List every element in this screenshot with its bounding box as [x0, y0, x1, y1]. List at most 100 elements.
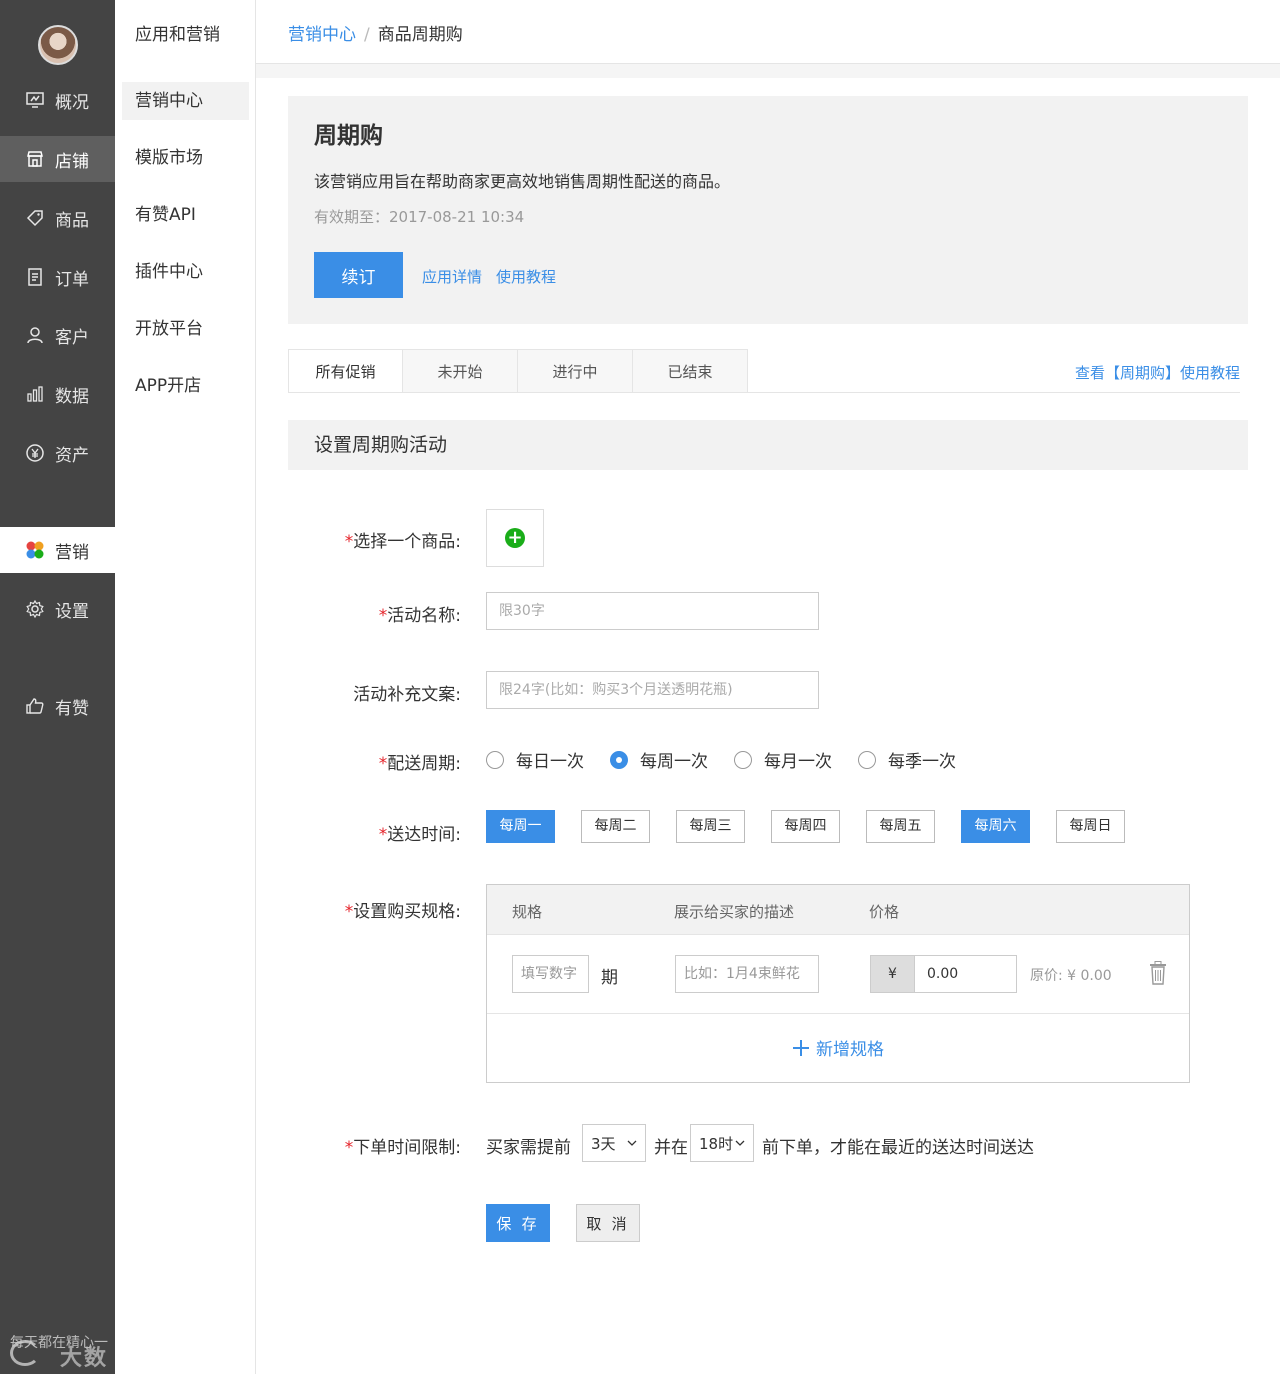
page-title: 周期购	[314, 123, 383, 149]
nav-item-customers[interactable]: 客户	[0, 312, 115, 358]
trash-icon[interactable]	[1149, 961, 1167, 985]
watermark-brand: 大数跨境	[60, 1346, 109, 1371]
tab-all[interactable]: 所有促销	[288, 349, 403, 393]
tabs-divider	[288, 392, 1240, 393]
subnav-item-marketing-center[interactable]: 营销中心	[122, 82, 249, 120]
days-ahead-select[interactable]: 3天	[582, 1124, 646, 1162]
bar-chart-icon	[25, 384, 45, 404]
nav-item-goods[interactable]: 商品	[0, 195, 115, 241]
add-product-button[interactable]: +	[486, 509, 544, 567]
day-button-wed[interactable]: 每周三	[676, 810, 745, 843]
day-button-tue[interactable]: 每周二	[581, 810, 650, 843]
cycle-label: *配送周期:	[378, 754, 461, 774]
watermark-logo	[10, 1340, 40, 1366]
cancel-button[interactable]: 取 消	[576, 1204, 640, 1242]
app-detail-link[interactable]: 应用详情	[422, 266, 482, 287]
view-tutorial-link[interactable]: 查看【周期购】使用教程	[1075, 362, 1240, 383]
radio-dot[interactable]	[858, 750, 876, 769]
nav-item-label: 订单	[55, 269, 89, 290]
nav-item-store[interactable]: 店铺	[0, 136, 115, 182]
product-label: *选择一个商品:	[344, 532, 461, 552]
tutorial-link[interactable]: 使用教程	[496, 266, 556, 287]
subnav-item-app-store[interactable]: APP开店	[122, 367, 249, 405]
day-button-sun[interactable]: 每周日	[1056, 810, 1125, 843]
nav-item-marketing[interactable]: 营销	[0, 527, 115, 573]
order-icon	[25, 267, 45, 287]
nav-item-label: 概况	[55, 92, 89, 113]
chevron-down-icon	[627, 1140, 637, 1146]
delivery-day-buttons: 每周一 每周二 每周三 每周四 每周五 每周六 每周日	[486, 810, 1151, 843]
spec-number-input[interactable]	[512, 955, 589, 993]
extra-copy-input[interactable]	[486, 671, 819, 709]
flower-icon	[25, 540, 45, 560]
day-button-mon[interactable]: 每周一	[486, 810, 555, 843]
nav-item-label: 营销	[55, 542, 89, 563]
nav-item-youzan[interactable]: 有赞	[0, 683, 115, 729]
monitor-icon	[25, 90, 45, 110]
day-button-sat[interactable]: 每周六	[961, 810, 1030, 843]
radio-label: 每月一次	[764, 752, 832, 772]
section-title: 设置周期购活动	[288, 420, 1248, 470]
gear-icon	[25, 599, 45, 619]
thumbs-up-icon	[25, 696, 45, 716]
spec-desc-input[interactable]	[675, 955, 819, 993]
breadcrumb-parent-link[interactable]: 营销中心	[288, 25, 356, 45]
radio-weekly[interactable]: 每周一次	[610, 747, 708, 772]
breadcrumb-separator: /	[364, 25, 370, 45]
yen-icon	[25, 443, 45, 463]
day-button-thu[interactable]: 每周四	[771, 810, 840, 843]
subnav-item-open-platform[interactable]: 开放平台	[122, 310, 249, 348]
spec-unit: 期	[601, 968, 618, 988]
deliver-time-label: *送达时间:	[378, 825, 461, 845]
nav-item-settings[interactable]: 设置	[0, 586, 115, 632]
radio-monthly[interactable]: 每月一次	[734, 747, 832, 772]
select-value: 3天	[591, 1134, 616, 1153]
price-input[interactable]	[914, 955, 1017, 993]
limit-mid-text: 并在	[654, 1138, 688, 1158]
spec-table-header: 规格 展示给买家的描述 价格	[487, 885, 1189, 935]
tag-icon	[25, 208, 45, 228]
radio-dot[interactable]	[610, 750, 628, 769]
radio-quarterly[interactable]: 每季一次	[858, 747, 956, 772]
subnav-item-api[interactable]: 有赞API	[122, 196, 249, 234]
app-description: 该营销应用旨在帮助商家更高效地销售周期性配送的商品。	[314, 172, 731, 191]
main-nav: 概况 店铺 商品 订单 客户 数据 资产 营销 设置 有赞 每天都在精心一 大数	[0, 0, 115, 1374]
plus-icon	[793, 1040, 809, 1056]
nav-item-overview[interactable]: 概况	[0, 77, 115, 123]
nav-item-label: 有赞	[55, 698, 89, 719]
limit-suffix-text: 前下单，才能在最近的送达时间送达	[762, 1138, 1034, 1158]
subnav-item-template-market[interactable]: 模版市场	[122, 139, 249, 177]
chevron-down-icon	[735, 1140, 745, 1146]
nav-item-assets[interactable]: 资产	[0, 430, 115, 476]
avatar[interactable]	[38, 25, 78, 65]
radio-dot[interactable]	[734, 750, 752, 769]
save-button[interactable]: 保 存	[486, 1204, 550, 1242]
radio-daily[interactable]: 每日一次	[486, 747, 584, 772]
nav-item-label: 数据	[55, 386, 89, 407]
subnav-item-plugins[interactable]: 插件中心	[122, 253, 249, 291]
top-bar: 营销中心 / 商品周期购	[256, 0, 1280, 64]
breadcrumb-current: 商品周期购	[377, 25, 463, 45]
radio-label: 每季一次	[888, 752, 956, 772]
original-price: 原价: ¥ 0.00	[1030, 968, 1112, 984]
day-button-fri[interactable]: 每周五	[866, 810, 935, 843]
radio-label: 每日一次	[516, 752, 584, 772]
spec-table: 规格 展示给买家的描述 价格 期 ¥ 原价: ¥ 0.00 新增规格	[486, 884, 1190, 1083]
nav-item-data[interactable]: 数据	[0, 371, 115, 417]
spec-col-spec: 规格	[512, 903, 543, 921]
radio-dot[interactable]	[486, 750, 504, 769]
user-icon	[25, 325, 45, 345]
spec-label: *设置购买规格:	[344, 902, 461, 922]
nav-item-orders[interactable]: 订单	[0, 254, 115, 300]
activity-name-input[interactable]	[486, 592, 819, 630]
store-icon	[25, 149, 45, 169]
nav-item-label: 店铺	[55, 151, 89, 172]
nav-item-label: 商品	[55, 210, 89, 231]
tab-ended[interactable]: 已结束	[633, 349, 748, 393]
tab-not-started[interactable]: 未开始	[403, 349, 518, 393]
tab-in-progress[interactable]: 进行中	[518, 349, 633, 393]
add-spec-button[interactable]: 新增规格	[487, 1035, 1189, 1060]
hour-select[interactable]: 18时	[690, 1124, 754, 1162]
renew-button[interactable]: 续订	[314, 252, 403, 298]
subnav-title: 应用和营销	[135, 25, 220, 45]
